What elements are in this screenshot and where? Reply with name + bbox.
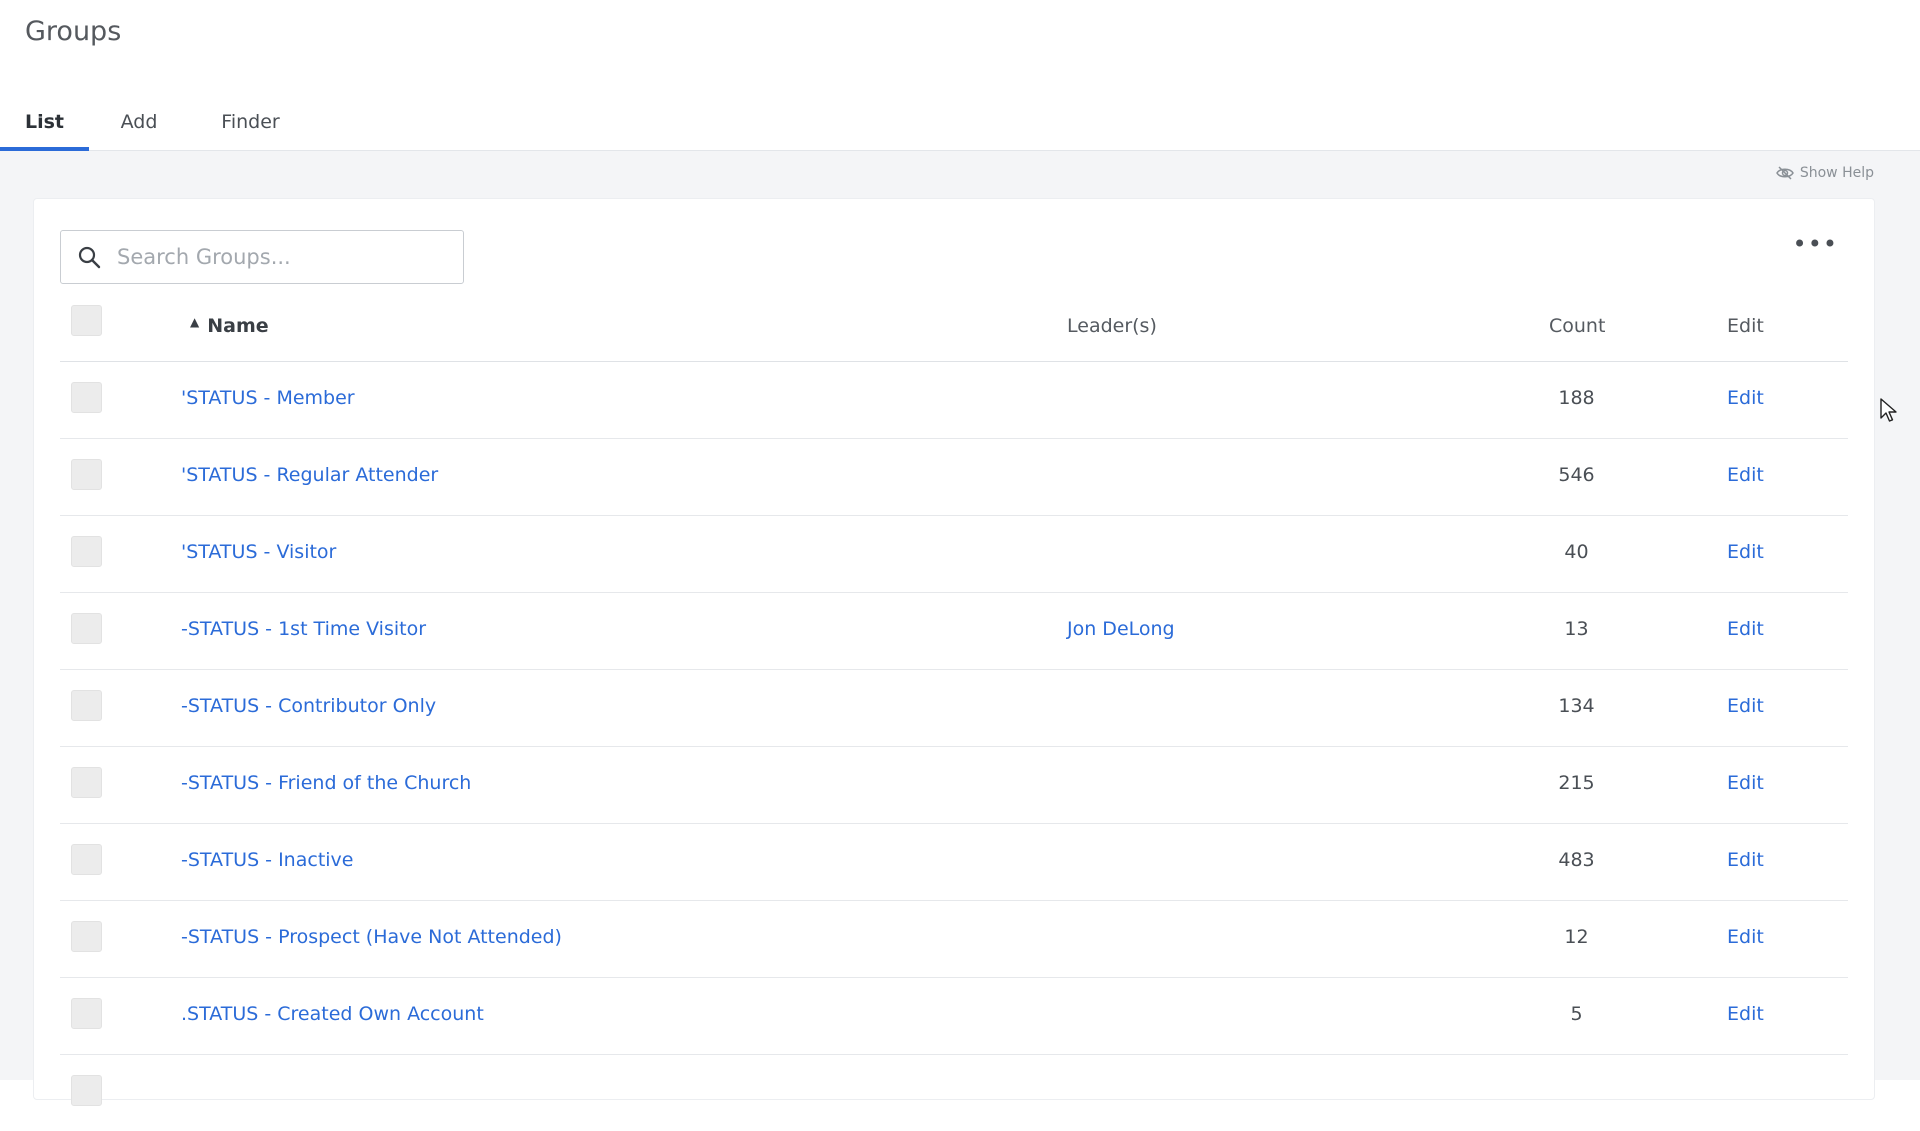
- edit-link[interactable]: Edit: [1727, 849, 1764, 871]
- row-checkbox[interactable]: [71, 459, 102, 490]
- group-name-link[interactable]: 'STATUS - Regular Attender: [181, 464, 438, 486]
- row-checkbox[interactable]: [71, 998, 102, 1029]
- row-checkbox[interactable]: [71, 767, 102, 798]
- group-count: 134: [1558, 695, 1595, 717]
- tab-bar: List Add Finder: [0, 94, 312, 151]
- row-checkbox[interactable]: [71, 613, 102, 644]
- group-count: 40: [1564, 541, 1589, 563]
- table-row: [60, 1055, 1848, 1131]
- group-name-link[interactable]: -STATUS - Inactive: [181, 849, 353, 871]
- groups-card: ••• ▲ Name Leader(s) Count Edit 'STATUS …: [33, 198, 1875, 1106]
- sort-ascending-icon: ▲: [190, 315, 200, 329]
- group-count: 13: [1564, 618, 1589, 640]
- row-checkbox[interactable]: [71, 690, 102, 721]
- group-count: 215: [1558, 772, 1595, 794]
- group-name-link[interactable]: -STATUS - 1st Time Visitor: [181, 618, 426, 640]
- page-title: Groups: [25, 16, 122, 47]
- show-help-label: Show Help: [1799, 165, 1874, 181]
- mouse-cursor-icon: [1880, 398, 1897, 422]
- top-header: Groups List Add Finder: [0, 0, 1920, 151]
- name-header-label: Name: [207, 315, 269, 337]
- tab-list[interactable]: List: [0, 94, 89, 151]
- row-checkbox[interactable]: [71, 536, 102, 567]
- select-all-checkbox[interactable]: [71, 305, 102, 336]
- group-count: 5: [1570, 1003, 1583, 1025]
- tab-finder[interactable]: Finder: [189, 94, 312, 150]
- show-help-button[interactable]: Show Help: [1775, 165, 1874, 181]
- table-row: -STATUS - Inactive 483 Edit: [60, 824, 1848, 901]
- group-count: 188: [1558, 387, 1595, 409]
- edit-link[interactable]: Edit: [1727, 1003, 1764, 1025]
- eye-slash-icon: [1775, 166, 1794, 180]
- table-row: .STATUS - Created Own Account 5 Edit: [60, 978, 1848, 1055]
- table-row: -STATUS - 1st Time Visitor Jon DeLong 13…: [60, 593, 1848, 670]
- table-row: 'STATUS - Regular Attender 546 Edit: [60, 439, 1848, 516]
- name-column-header[interactable]: ▲ Name: [190, 315, 269, 337]
- table-header: ▲ Name Leader(s) Count Edit: [60, 293, 1848, 362]
- group-name-link[interactable]: -STATUS - Contributor Only: [181, 695, 436, 717]
- group-count: 546: [1558, 464, 1595, 486]
- leaders-column-header: Leader(s): [1067, 315, 1157, 337]
- group-name-link[interactable]: .STATUS - Created Own Account: [181, 1003, 484, 1025]
- edit-link[interactable]: Edit: [1727, 387, 1764, 409]
- edit-link[interactable]: Edit: [1727, 772, 1764, 794]
- table-row: 'STATUS - Visitor 40 Edit: [60, 516, 1848, 593]
- row-checkbox[interactable]: [71, 382, 102, 413]
- tab-add[interactable]: Add: [89, 94, 189, 150]
- edit-link[interactable]: Edit: [1727, 541, 1764, 563]
- group-leader-link[interactable]: Jon DeLong: [1067, 618, 1175, 640]
- search-input[interactable]: [115, 244, 449, 270]
- groups-table: ▲ Name Leader(s) Count Edit 'STATUS - Me…: [60, 293, 1848, 1131]
- edit-link[interactable]: Edit: [1727, 618, 1764, 640]
- search-box: [60, 230, 464, 284]
- group-name-link[interactable]: 'STATUS - Visitor: [181, 541, 336, 563]
- edit-link[interactable]: Edit: [1727, 695, 1764, 717]
- more-options-button[interactable]: •••: [1793, 232, 1838, 256]
- table-row: -STATUS - Prospect (Have Not Attended) 1…: [60, 901, 1848, 978]
- table-row: -STATUS - Contributor Only 134 Edit: [60, 670, 1848, 747]
- group-count: 483: [1558, 849, 1595, 871]
- table-row: 'STATUS - Member 188 Edit: [60, 362, 1848, 439]
- group-count: 12: [1564, 926, 1589, 948]
- row-checkbox[interactable]: [71, 844, 102, 875]
- search-icon: [78, 246, 101, 269]
- edit-link[interactable]: Edit: [1727, 464, 1764, 486]
- group-name-link[interactable]: 'STATUS - Member: [181, 387, 355, 409]
- row-checkbox[interactable]: [71, 921, 102, 952]
- count-column-header: Count: [1549, 315, 1606, 337]
- table-row: -STATUS - Friend of the Church 215 Edit: [60, 747, 1848, 824]
- group-name-link[interactable]: -STATUS - Friend of the Church: [181, 772, 471, 794]
- edit-column-header: Edit: [1727, 315, 1764, 337]
- edit-link[interactable]: Edit: [1727, 926, 1764, 948]
- group-name-link[interactable]: -STATUS - Prospect (Have Not Attended): [181, 926, 562, 948]
